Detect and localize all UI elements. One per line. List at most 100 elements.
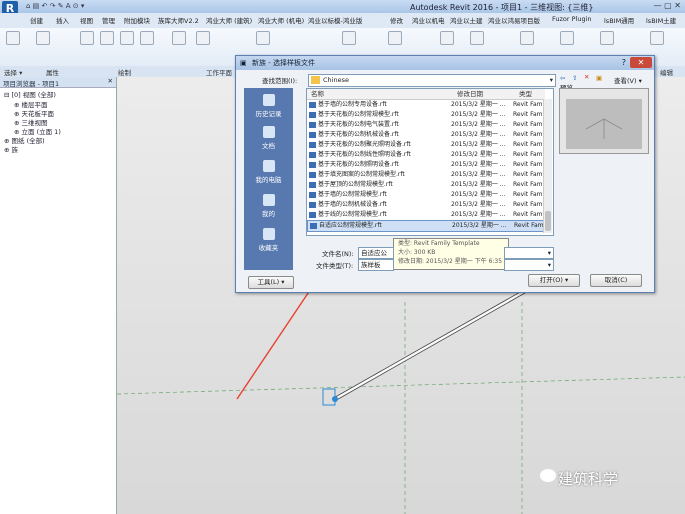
cut-icon[interactable] (256, 31, 270, 45)
load-icon[interactable] (650, 31, 664, 45)
file-row[interactable]: 基于天花板的公制聚光照明设备.rft 2015/3/2 星期一 ... Revit … (307, 140, 545, 150)
chevron-down-icon: ▾ (547, 249, 551, 257)
dimension-icon[interactable] (520, 31, 534, 45)
tab-manage[interactable]: 管理 (102, 15, 115, 25)
line-tool-icon[interactable] (80, 31, 94, 45)
file-row[interactable]: 基于线的公制常规模型.rft 2015/3/2 星期一 ... Revit Fami (307, 210, 545, 220)
file-row[interactable]: 基于墙的公制常规模型.rft 2015/3/2 星期一 ... Revit Fami (307, 190, 545, 200)
chevron-down-icon: ▾ (549, 76, 553, 84)
column-header-date[interactable]: 修改日期 (455, 89, 517, 100)
file-date: 2015/3/2 星期一 ... (451, 171, 506, 178)
tab-hongye-civil[interactable]: 鸿业以土建 (450, 15, 483, 25)
file-row[interactable]: 基于墙的公制机械设备.rft 2015/3/2 星期一 ... Revit Fami (307, 200, 545, 210)
tab-view[interactable]: 视图 (80, 15, 93, 25)
tab-fuzor[interactable]: Fuzor Plugin (552, 15, 592, 23)
tab-lsbim-civil[interactable]: lsBIM土建 (646, 15, 676, 25)
adaptive-point-marker[interactable] (322, 388, 338, 406)
measure-icon[interactable] (388, 31, 402, 45)
filetype-dropdown[interactable]: 族样板 (358, 259, 394, 271)
place-documents[interactable]: 文档 (244, 126, 293, 150)
properties-icon[interactable] (36, 31, 50, 45)
family-template-icon (309, 162, 316, 168)
delete-icon[interactable]: ✕ (584, 73, 589, 81)
vertical-scrollbar[interactable] (543, 99, 552, 233)
help-icon[interactable]: ? (622, 56, 626, 70)
place-network[interactable]: 我的 (244, 194, 293, 218)
filetype-value: 族样板 (361, 261, 381, 269)
tab-hongye-mep[interactable]: 鸿业大师 (机电) (258, 15, 304, 25)
new-folder-icon[interactable]: ▣ (596, 74, 602, 82)
file-row[interactable]: 基于天花板的公制照明设备.rft 2015/3/2 星期一 ... Revit Fa… (307, 160, 545, 170)
family-template-icon (309, 152, 316, 158)
circle-tool-icon[interactable] (140, 31, 154, 45)
tools-button[interactable]: 工具(L) ▾ (248, 276, 294, 289)
file-name: 基于天花板的公制聚光照明设备.rft (318, 141, 411, 148)
place-favorites[interactable]: 收藏夹 (244, 228, 293, 252)
close-button[interactable]: ✕ (630, 57, 652, 68)
file-type: Revit Fami (513, 181, 545, 188)
file-row[interactable]: 基于墙的公制专用设备.rft 2015/3/2 星期一 ... Revit Fami (307, 100, 545, 110)
tab-modify[interactable]: 修改 (390, 15, 403, 25)
back-icon[interactable]: ⇦ (560, 74, 565, 82)
tree-item-views[interactable]: ⊟ [0] 视图 (全部) (4, 89, 56, 99)
tab-hongye-arch[interactable]: 鸿业大师 (建筑) (206, 15, 252, 25)
panel-draw-label: 绘制 (118, 69, 131, 77)
file-type: Revit Fami (513, 131, 545, 138)
scroll-thumb[interactable] (545, 211, 551, 231)
view-menu-button[interactable]: 查看(V) ▾ (614, 75, 642, 85)
file-row[interactable]: 基于天花板的公制电气装置.rft 2015/3/2 星期一 ... Revit Fa… (307, 120, 545, 130)
file-name: 基于天花板的公制线性照明设备.rft (318, 151, 411, 158)
file-date: 2015/3/2 星期一 ... (451, 191, 506, 198)
file-date: 2015/3/2 星期一 ... (451, 131, 506, 138)
select-dropdown[interactable]: 选择 ▾ (4, 67, 22, 77)
place-history[interactable]: 历史记录 (244, 94, 293, 118)
tab-create[interactable]: 创建 (30, 15, 43, 25)
file-type: Revit Fami (513, 201, 545, 208)
family-template-icon (309, 212, 316, 218)
column-header-type[interactable]: 类型 (517, 89, 545, 100)
preview-graphic (585, 118, 623, 139)
tab-lsbim-general[interactable]: lsBIM通用 (604, 15, 634, 25)
array-icon[interactable] (440, 31, 454, 45)
cancel-button[interactable]: 取消(C) (590, 274, 642, 287)
quick-access-toolbar[interactable]: ⌂ ▤ ↶ ↷ ✎ A ⊙ ▾ (26, 2, 84, 10)
rectangle-tool-icon[interactable] (100, 31, 114, 45)
create-icon[interactable] (470, 31, 484, 45)
preview-image (566, 99, 642, 149)
tab-addins[interactable]: 附加模块 (124, 15, 150, 25)
file-name: 基于墙的公制专用设备.rft (318, 101, 387, 108)
tab-insert[interactable]: 插入 (56, 15, 69, 25)
set-workplane-icon[interactable] (196, 31, 210, 45)
tab-hongye-standard[interactable]: 鸿业以标模-鸿业版 (308, 15, 362, 25)
filename-input[interactable]: 自适应公 (358, 247, 394, 259)
place-my-computer[interactable]: 我的电脑 (244, 160, 293, 184)
tab-hongye-mep2[interactable]: 鸿业以机电 (412, 15, 445, 25)
arc-tool-icon[interactable] (120, 31, 134, 45)
filetype-dropdown-tail[interactable]: ▾ (504, 259, 554, 271)
file-type: Revit Fami (513, 121, 545, 128)
workplane-icon[interactable] (172, 31, 186, 45)
file-date: 2015/3/2 星期一 ... (451, 161, 506, 168)
look-in-dropdown[interactable]: Chinese ▾ (308, 74, 556, 87)
tab-family-library[interactable]: 族库大师V2.2 (158, 15, 199, 25)
up-folder-icon[interactable]: ⇧ (572, 74, 577, 82)
file-row[interactable]: 基于天花板的公制常规模型.rft 2015/3/2 星期一 ... Revit Fa… (307, 110, 545, 120)
align-icon[interactable] (342, 31, 356, 45)
file-type: Revit Fami (513, 111, 545, 118)
close-icon[interactable]: ✕ (108, 77, 113, 85)
file-row[interactable]: 自适应公制常规模型.rft 2015/3/2 星期一 ... Revit Fami (307, 220, 547, 232)
tab-hongye-project[interactable]: 鸿业以鸿易项目版 (488, 15, 540, 25)
view-icon[interactable] (560, 31, 574, 45)
family-icon[interactable] (600, 31, 614, 45)
modify-icon[interactable] (6, 31, 20, 45)
file-name: 基于墙的公制常规模型.rft (318, 191, 387, 198)
column-header-name[interactable]: 名称 (307, 89, 455, 100)
tree-item-families[interactable]: ⊕ 族 (4, 144, 18, 154)
open-button[interactable]: 打开(O) ▾ (528, 274, 580, 287)
file-row[interactable]: 基于屋顶的公制常规模型.rft 2015/3/2 星期一 ... Revit Fam… (307, 180, 545, 190)
file-row[interactable]: 基于天花板的公制机械设备.rft 2015/3/2 星期一 ... Revit Fa… (307, 130, 545, 140)
filename-dropdown-tail[interactable]: ▾ (504, 247, 554, 259)
file-row[interactable]: 基于天花板的公制线性照明设备.rft 2015/3/2 星期一 ... Revit … (307, 150, 545, 160)
window-controls[interactable]: — ▢ ✕ (654, 1, 681, 10)
file-row[interactable]: 基于填充图案的公制常规模型.rft 2015/3/2 星期一 ... Revit F… (307, 170, 545, 180)
